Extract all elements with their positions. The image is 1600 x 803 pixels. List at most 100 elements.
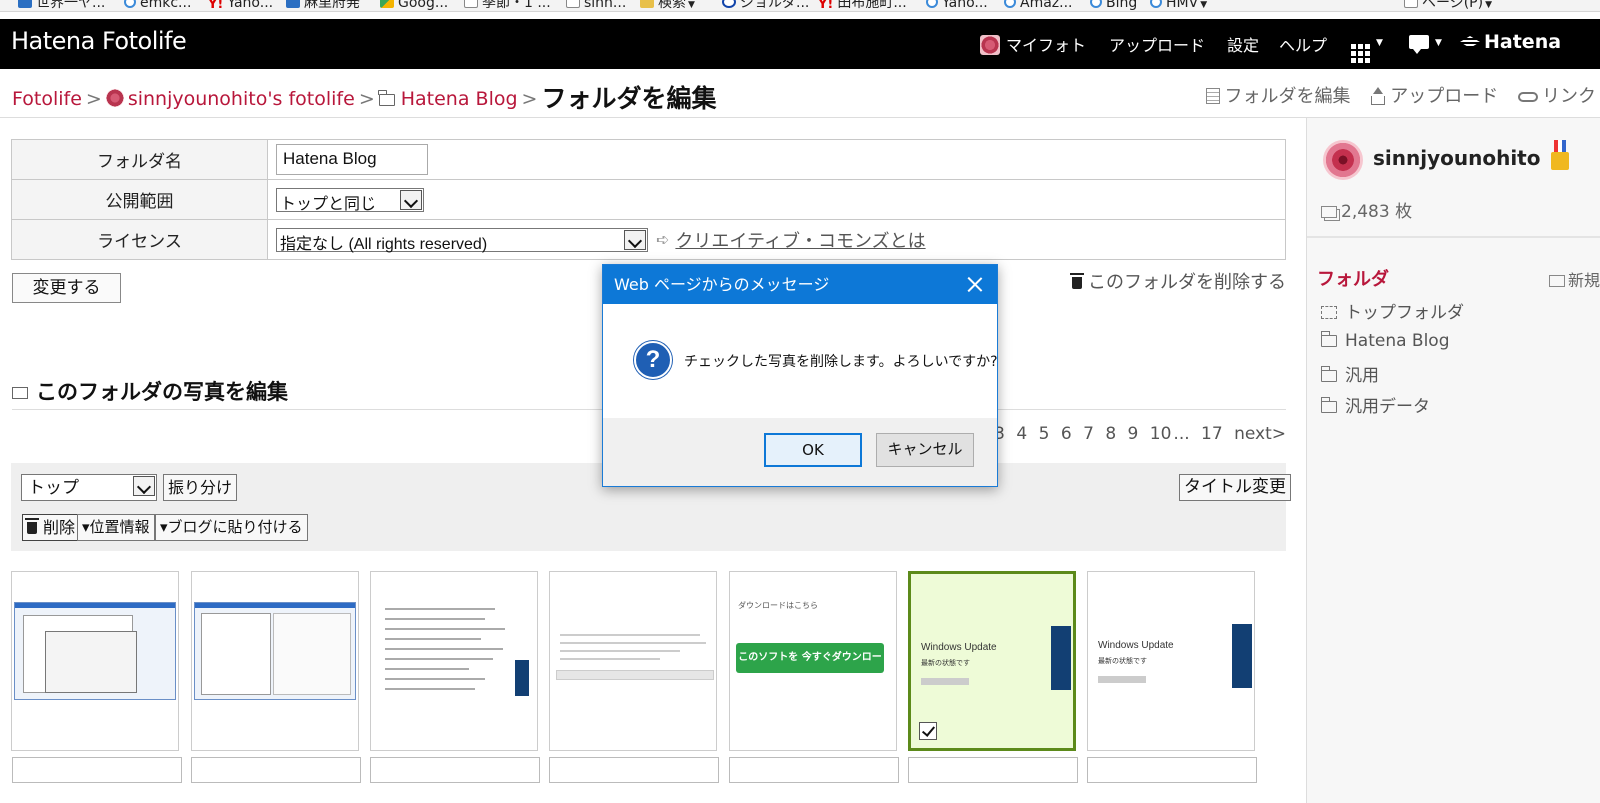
favorite-link[interactable]: Y! 田布施町... <box>818 0 907 12</box>
screenshot-image <box>515 660 529 696</box>
sidebar-folder-general-data[interactable]: 汎用データ <box>1320 392 1430 417</box>
visibility-label: 公開範囲 <box>11 179 268 220</box>
medal-icon <box>1551 140 1569 170</box>
photo-title-input[interactable] <box>12 757 182 783</box>
screenshot-image <box>194 602 356 700</box>
submit-button[interactable]: 変更する <box>12 273 121 303</box>
notifications-menu[interactable]: ▼ <box>1409 32 1442 54</box>
rename-button[interactable]: タイトル変更 <box>1179 474 1291 501</box>
yahoo-icon: Y! <box>818 0 834 12</box>
license-select[interactable]: 指定なし (All rights reserved) <box>276 227 648 253</box>
arrow-right-icon: ➪ <box>656 230 670 249</box>
photo-thumbnail[interactable] <box>549 571 717 751</box>
creative-commons-link[interactable]: クリエイティブ・コモンズとは <box>675 231 925 252</box>
favorite-link[interactable]: ジョルダ... <box>722 0 809 11</box>
photo-title-input[interactable] <box>908 757 1078 783</box>
folder-name-label: フォルダ名 <box>11 139 268 180</box>
photo-thumbnail[interactable] <box>370 571 538 751</box>
photo-title-input[interactable] <box>191 757 361 783</box>
breadcrumb-fotolife[interactable]: Fotolife <box>12 88 82 110</box>
photo-thumbnail[interactable]: ダウンロードはこちら このソフトを 今すぐダウンロード <box>729 571 897 751</box>
favorite-folder[interactable]: 検索 ▼ <box>640 0 695 11</box>
delete-photos-button[interactable]: 削除 <box>22 514 81 541</box>
next-page-link[interactable]: next> <box>1234 424 1286 444</box>
new-folder-link[interactable]: 新規 <box>1548 267 1600 291</box>
user-avatar-icon <box>980 35 1000 55</box>
close-icon[interactable] <box>965 274 985 294</box>
hatena-brand[interactable]: Hatena <box>1460 31 1561 53</box>
nav-upload[interactable]: アップロード <box>1109 32 1205 56</box>
upload-link[interactable]: アップロード <box>1370 86 1498 107</box>
divider <box>1307 236 1600 238</box>
favorite-link[interactable]: Yaho... <box>926 0 988 11</box>
sidebar-folder-top[interactable]: トップフォルダ <box>1321 298 1464 323</box>
visibility-select[interactable]: トップと同じ <box>276 187 424 213</box>
screenshot-image <box>1051 626 1071 690</box>
page-link[interactable]: 7 <box>1083 424 1094 444</box>
dialog-message: チェックした写真を削除します。よろしいですか? <box>684 354 998 370</box>
photo-title-input[interactable] <box>729 757 899 783</box>
breadcrumb-folder[interactable]: Hatena Blog <box>401 88 518 110</box>
folder-settings-table: フォルダ名 Hatena Blog 公開範囲 トップと同じ ライセンス 指定なし… <box>11 139 1286 260</box>
favorite-link[interactable]: Goog... <box>380 0 448 11</box>
avatar[interactable] <box>1323 140 1363 180</box>
nav-settings[interactable]: 設定 <box>1227 32 1259 56</box>
chevron-down-icon: ▼ <box>1435 38 1442 48</box>
sidebar-folder-general[interactable]: 汎用 <box>1320 361 1379 386</box>
favorite-link[interactable]: Amaz... <box>1004 0 1073 11</box>
folders-heading: フォルダ <box>1317 269 1389 290</box>
sidebar-username[interactable]: sinnjyounohito <box>1373 146 1540 170</box>
favorite-link[interactable]: Bing <box>1090 0 1137 11</box>
photo-thumbnail[interactable] <box>11 571 179 751</box>
favorite-link[interactable]: 世界一ヤ... <box>18 0 105 11</box>
delete-folder-link[interactable]: このフォルダを削除する <box>1070 268 1286 294</box>
page-link[interactable]: 5 <box>1039 424 1050 444</box>
speech-bubble-icon <box>1409 35 1429 54</box>
fotolife-logo[interactable]: Hatena Fotolife <box>11 27 187 55</box>
photo-checkbox[interactable] <box>919 722 937 740</box>
page-link[interactable]: 6 <box>1061 424 1072 444</box>
page-icon <box>1404 0 1418 8</box>
edit-folder-link[interactable]: フォルダを編集 <box>1205 86 1351 107</box>
favorite-link[interactable]: sinn... <box>566 0 626 11</box>
dialog-footer: OK キャンセル <box>603 418 997 486</box>
link-link[interactable]: リンク <box>1518 86 1596 107</box>
page-tools: フォルダを編集 アップロード リンク <box>1192 82 1596 108</box>
nav-my-photo[interactable]: マイフォト <box>980 32 1086 56</box>
cancel-button[interactable]: キャンセル <box>876 433 974 467</box>
download-banner-image: このソフトを 今すぐダウンロード <box>736 643 884 693</box>
photo-title-input[interactable] <box>549 757 719 783</box>
page-icon <box>464 0 478 8</box>
favorite-link[interactable]: emkc... <box>124 0 191 11</box>
windows-update-status: 最新の状態です <box>921 659 970 667</box>
photo-thumbnail[interactable] <box>191 571 359 751</box>
move-folder-select[interactable]: トップ <box>21 474 157 501</box>
photo-thumbnail[interactable]: Windows Update 最新の状態です <box>1087 571 1255 751</box>
favorite-link[interactable]: Y! Yaho... <box>208 0 273 11</box>
favorite-link[interactable]: 季節・1 ... <box>464 0 551 11</box>
apps-menu[interactable]: ▼ <box>1351 32 1383 63</box>
page-menu[interactable]: ページ(P) ▼ <box>1404 0 1492 11</box>
move-button[interactable]: 振り分け <box>163 474 238 501</box>
breadcrumb: Fotolife > sinnjyounohito's fotolife > Haten… <box>12 84 717 113</box>
page-link[interactable]: 9 <box>1128 424 1139 444</box>
favorite-link[interactable]: HMV ▼ <box>1150 0 1207 11</box>
maps-icon <box>380 0 394 8</box>
page-link[interactable]: 4 <box>1016 424 1027 444</box>
page-link[interactable]: 10 <box>1150 424 1172 444</box>
photo-thumbnail-selected[interactable]: Windows Update 最新の状態です <box>908 571 1076 751</box>
sidebar-folder-hatena-blog[interactable]: Hatena Blog <box>1320 331 1450 351</box>
paste-to-blog-button[interactable]: ▾ブログに貼り付ける <box>155 514 308 541</box>
page-link[interactable]: 17 <box>1201 424 1223 444</box>
folder-icon <box>1320 366 1337 382</box>
folder-name-input[interactable]: Hatena Blog <box>276 144 428 175</box>
nav-help[interactable]: ヘルプ <box>1279 32 1327 56</box>
ok-button[interactable]: OK <box>764 433 862 467</box>
favorite-link[interactable]: 麻里府発 <box>286 0 360 11</box>
photo-title-input[interactable] <box>1087 757 1257 783</box>
breadcrumb-user[interactable]: sinnjyounohito's fotolife <box>128 88 355 110</box>
photos-section-title: このフォルダの写真を編集 <box>12 376 288 406</box>
photo-title-input[interactable] <box>370 757 540 783</box>
page-link[interactable]: 8 <box>1105 424 1116 444</box>
location-button[interactable]: ▾位置情報 <box>77 514 155 541</box>
